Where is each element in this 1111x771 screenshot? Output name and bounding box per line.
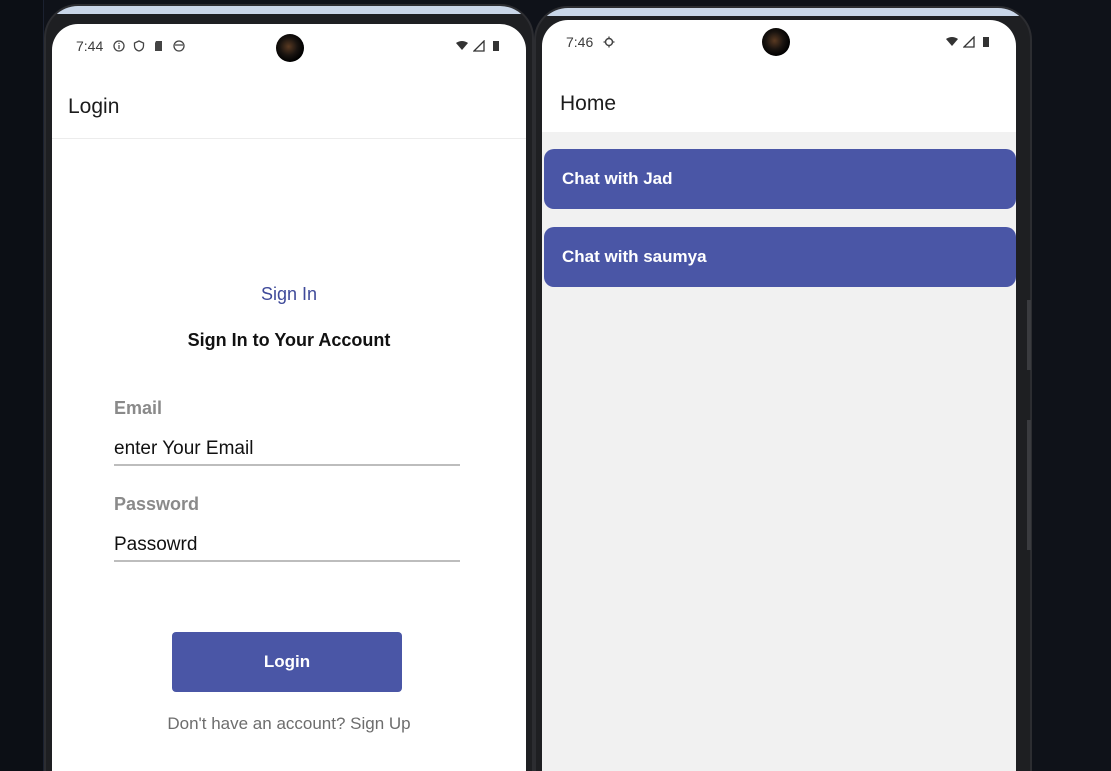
login-screen: 7:44 Login Sign In Sign In to Your Accou… [52, 24, 526, 771]
status-time: 7:46 [566, 34, 594, 50]
password-field[interactable] [114, 530, 460, 562]
email-field[interactable] [114, 434, 460, 466]
status-time: 7:44 [76, 38, 104, 54]
emulator-stage: 7:44 Login Sign In Sign In to Your Accou… [0, 0, 1111, 771]
sign-in-subtitle: Sign In to Your Account [187, 330, 391, 350]
battery-icon [983, 37, 989, 47]
app-bar-title: Login [52, 76, 526, 138]
app-bar-title: Home [542, 76, 1016, 132]
left-gutter [0, 0, 44, 771]
bezel-top [536, 8, 1030, 16]
chat-item-jad[interactable]: Chat with Jad [544, 149, 1016, 209]
battery-icon [493, 41, 499, 51]
password-label: Password [114, 494, 200, 514]
chat-list: Chat with Jad Chat with saumya [542, 132, 1016, 771]
camera-punch-hole [276, 34, 304, 62]
shield-icon [134, 40, 145, 52]
wifi-icon [946, 37, 958, 46]
sign-in-title: Sign In [260, 284, 318, 304]
emulator-side-button [1027, 300, 1031, 370]
gear-icon [603, 36, 615, 48]
login-button[interactable]: Login [172, 632, 402, 692]
status-icons-left [113, 40, 185, 52]
home-screen: 7:46 Home Chat with Jad Chat with saumya [542, 20, 1016, 771]
signup-link[interactable]: Don't have an account? Sign Up [52, 714, 526, 734]
status-icons-right [456, 40, 502, 52]
sd-card-icon [155, 41, 163, 51]
email-label: Email [114, 398, 163, 418]
signal-icon [963, 36, 975, 48]
chat-item-saumya[interactable]: Chat with saumya [544, 227, 1016, 287]
emulator-side-button [1027, 420, 1031, 550]
status-icons-right [946, 36, 992, 48]
camera-punch-hole [762, 28, 790, 56]
phone-login: 7:44 Login Sign In Sign In to Your Accou… [44, 4, 534, 771]
phone-home: 7:46 Home Chat with Jad Chat with saumya [534, 6, 1032, 771]
face-icon [173, 40, 185, 52]
info-icon [113, 40, 125, 52]
signal-icon [473, 40, 485, 52]
bezel-top [46, 6, 532, 14]
wifi-icon [456, 41, 468, 50]
status-icons-left [603, 36, 615, 48]
